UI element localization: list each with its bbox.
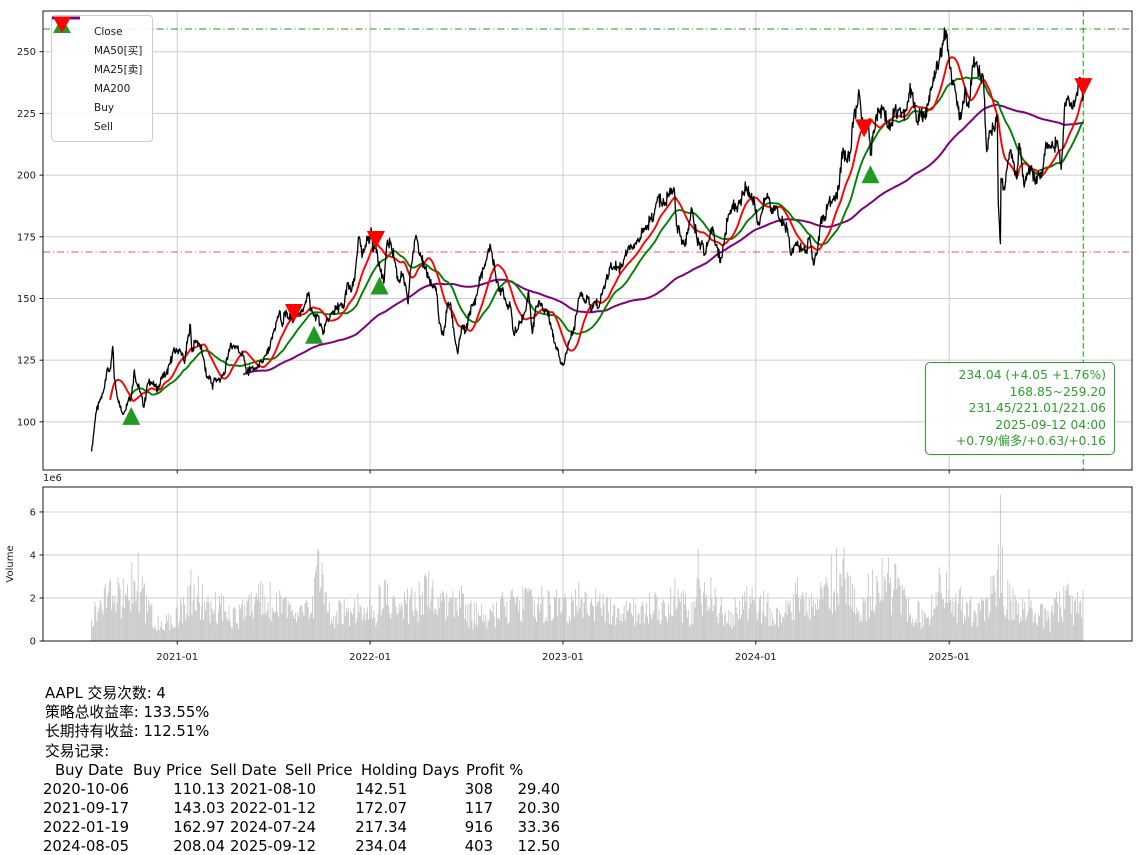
trade-table-cell: 12.50 (517, 838, 560, 855)
legend-label: MA25[卖] (94, 64, 143, 76)
trade-table-cell: 29.40 (517, 780, 560, 798)
sell-marker (855, 119, 874, 138)
aapl-strategy-figure: 100 125 150 175 200 225 250 0 2 4 6 2021-01 2022-01 2… (0, 0, 1139, 855)
info-box-line: 2025-09-12 04:00 (995, 417, 1106, 432)
trade-table-cell: 33.36 (517, 819, 560, 837)
trade-table-cell: 403 (464, 838, 493, 855)
trade-table-cell: 2022-01-19 (43, 819, 129, 837)
volume-tick-label: 2 (30, 593, 36, 604)
trade-table-cell: 142.51 (355, 780, 407, 798)
volume-axis-label: Volume (5, 545, 16, 582)
info-box-line: 234.04 (+4.05 +1.76%) (958, 368, 1107, 382)
legend-label: Close (94, 25, 123, 38)
summary-line: 交易记录: (45, 742, 110, 760)
ma25-line (109, 56, 1085, 402)
trade-table-cell: 117 (464, 799, 493, 817)
buy-marker (370, 276, 389, 295)
x-tick-label: 2024-01 (735, 652, 777, 663)
trade-table-cell: 162.97 (173, 819, 225, 837)
trade-table-cell: 217.34 (355, 819, 407, 837)
info-box-line: 168.85~259.20 (1009, 384, 1106, 399)
price-volume-chart: 100 125 150 175 200 225 250 0 2 4 6 2021-01 2022-01 2… (5, 10, 1133, 663)
volume-scale-offset-label: 1e6 (43, 473, 62, 484)
legend-label: MA50[买] (94, 45, 143, 57)
strategy-summary-text: AAPL 交易次数: 4 策略总收益率: 133.55% 长期持有收益: 112.5… (45, 684, 209, 761)
legend-item: MA25[卖] (52, 16, 143, 79)
trade-table-header-cell: Profit % (466, 761, 524, 779)
x-tick-label: 2021-01 (156, 652, 198, 663)
x-tick-label: 2023-01 (542, 652, 584, 663)
trade-table-cell: 234.04 (355, 838, 407, 855)
summary-line: 策略总收益率: 133.55% (45, 704, 210, 722)
trade-table-cell: 2021-09-17 (43, 799, 129, 817)
buy-marker (122, 406, 141, 425)
price-tick-label: 225 (17, 109, 36, 120)
trade-table-cell: 143.03 (173, 799, 225, 817)
legend-label: Sell (94, 120, 113, 133)
trade-table-header-cell: Sell Price (285, 761, 353, 779)
trade-table-header-cell: Buy Date (55, 761, 124, 779)
price-tick-label: 250 (17, 47, 36, 58)
trade-table-cell: 916 (464, 819, 493, 837)
trade-table-header-cell: Sell Date (210, 761, 277, 779)
buy-marker (305, 325, 324, 344)
trade-table-cell: 2024-07-24 (230, 819, 316, 837)
summary-line: 长期持有收益: 112.51% (45, 723, 210, 741)
legend-item: MA50[买] (52, 16, 143, 60)
summary-line: AAPL 交易次数: 4 (45, 685, 166, 702)
info-box-line: +0.79/偏多/+0.63/+0.16 (955, 434, 1106, 449)
trade-table-header-cell: Buy Price (133, 761, 203, 779)
price-tick-label: 125 (17, 356, 36, 367)
trade-table-cell: 110.13 (173, 780, 225, 798)
trade-table-cell: 2024-08-05 (43, 838, 129, 855)
price-tick-label: 150 (17, 294, 36, 305)
volume-bars (91, 494, 1084, 641)
price-tick-label: 200 (17, 171, 36, 182)
trade-table-cell: 172.07 (355, 799, 407, 817)
buy-marker (861, 165, 880, 184)
legend-item: MA200 (52, 16, 142, 98)
x-tick-label: 2025-01 (928, 652, 970, 663)
trade-table-cell: 20.30 (517, 799, 560, 817)
trade-table-cell: 208.04 (173, 838, 225, 855)
price-tick-label: 175 (17, 232, 36, 243)
trade-table-cell: 308 (464, 780, 493, 798)
legend-item-sell: Sell (53, 17, 142, 136)
legend-label: MA200 (94, 82, 131, 95)
volume-tick-label: 0 (30, 637, 36, 648)
legend-item-buy: Buy (53, 17, 142, 117)
price-tick-label: 100 (17, 417, 36, 428)
volume-tick-label: 4 (30, 550, 36, 561)
trade-table-cell: 2022-01-12 (230, 799, 316, 817)
legend-label: Buy (94, 101, 115, 114)
quote-info-box: 234.04 (+4.05 +1.76%) 168.85~259.20 231.45… (925, 362, 1115, 455)
trade-table-header-cell: Holding Days (361, 761, 460, 779)
trade-table-cell: 2020-10-06 (43, 780, 129, 798)
x-tick-label: 2022-01 (349, 652, 391, 663)
trade-table-cell: 2021-08-10 (230, 780, 316, 798)
trade-table-cell: 2025-09-12 (230, 838, 316, 855)
chart-legend: Close MA50[买] MA25[卖] MA200 Buy Sell (51, 15, 154, 142)
info-box-line: 231.45/221.01/221.06 (968, 401, 1106, 416)
volume-tick-label: 6 (30, 507, 36, 518)
